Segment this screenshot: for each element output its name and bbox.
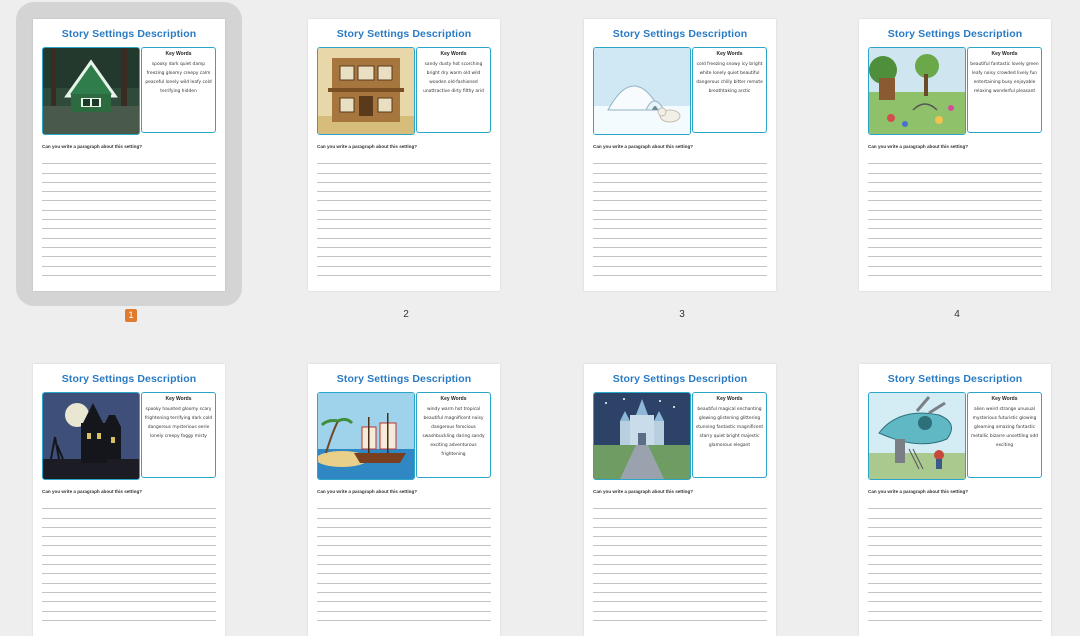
writing-lines [42, 500, 216, 621]
key-words-box: Key Words beautiful fantastic lovely gre… [967, 47, 1042, 133]
page-thumbnail-grid: Story Settings Description Key Words spo… [0, 0, 1080, 636]
saloon-image [317, 47, 415, 135]
worksheet-page: Story Settings Description Key Words bea… [859, 19, 1051, 291]
key-words-box: Key Words sandy dusty hot scorching brig… [416, 47, 491, 133]
worksheet-page: Story Settings Description Key Words ali… [859, 364, 1051, 636]
key-words-box: Key Words beautiful magical enchanting g… [692, 392, 767, 478]
writing-lines [868, 155, 1042, 276]
key-words-list: spooky haunted gloomy scary frightening … [144, 407, 213, 439]
worksheet-page: Story Settings Description Key Words win… [308, 364, 500, 636]
paragraph-prompt: Can you write a paragraph about this set… [593, 144, 694, 149]
key-words-list: beautiful magical enchanting glowing gli… [695, 407, 764, 448]
key-words-title: Key Words [440, 51, 467, 57]
key-words-box: Key Words spooky dark quiet damp freezin… [141, 47, 216, 133]
key-words-list: alien weird strange unusual mysterious f… [970, 407, 1039, 448]
writing-lines [42, 155, 216, 276]
writing-lines [593, 155, 767, 276]
igloo-image [593, 47, 691, 135]
worksheet-title: Story Settings Description [336, 373, 472, 385]
haunted-house-image [42, 392, 140, 480]
key-words-title: Key Words [165, 396, 192, 402]
writing-lines [593, 500, 767, 621]
key-words-title: Key Words [716, 396, 743, 402]
forest-cabin-image [42, 47, 140, 135]
key-words-list: cold freezing snowy icy bright white lon… [696, 62, 763, 94]
page-number-3[interactable]: 3 [584, 309, 780, 320]
castle-image [593, 392, 691, 480]
worksheet-title: Story Settings Description [61, 28, 197, 40]
key-words-title: Key Words [440, 396, 467, 402]
paragraph-prompt: Can you write a paragraph about this set… [42, 489, 143, 494]
key-words-title: Key Words [716, 51, 743, 57]
page-number-2[interactable]: 2 [308, 309, 504, 320]
worksheet-title: Story Settings Description [336, 28, 472, 40]
spaceship-image [868, 392, 966, 480]
worksheet-page: Story Settings Description Key Words spo… [33, 364, 225, 636]
key-words-title: Key Words [165, 51, 192, 57]
key-words-list: spooky dark quiet damp freezing gloomy c… [145, 62, 212, 94]
paragraph-prompt: Can you write a paragraph about this set… [593, 489, 694, 494]
worksheet-page: Story Settings Description Key Words san… [308, 19, 500, 291]
worksheet-page: Story Settings Description Key Words col… [584, 19, 776, 291]
key-words-list: beautiful fantastic lovely green leafy n… [970, 62, 1039, 94]
key-words-list: windy warm hot tropical beautiful magnif… [422, 407, 485, 457]
page-number-4[interactable]: 4 [859, 309, 1055, 320]
key-words-box: Key Words cold freezing snowy icy bright… [692, 47, 767, 133]
worksheet-title: Story Settings Description [887, 28, 1023, 40]
paragraph-prompt: Can you write a paragraph about this set… [868, 489, 969, 494]
pirate-ship-image [317, 392, 415, 480]
key-words-title: Key Words [991, 396, 1018, 402]
writing-lines [317, 155, 491, 276]
key-words-box: Key Words alien weird strange unusual my… [967, 392, 1042, 478]
worksheet-page: Story Settings Description Key Words spo… [33, 19, 225, 291]
paragraph-prompt: Can you write a paragraph about this set… [317, 144, 418, 149]
worksheet-title: Story Settings Description [612, 28, 748, 40]
key-words-box: Key Words spooky haunted gloomy scary fr… [141, 392, 216, 478]
key-words-box: Key Words windy warm hot tropical beauti… [416, 392, 491, 478]
paragraph-prompt: Can you write a paragraph about this set… [317, 489, 418, 494]
worksheet-title: Story Settings Description [612, 373, 748, 385]
park-image [868, 47, 966, 135]
writing-lines [868, 500, 1042, 621]
paragraph-prompt: Can you write a paragraph about this set… [42, 144, 143, 149]
paragraph-prompt: Can you write a paragraph about this set… [868, 144, 969, 149]
worksheet-page: Story Settings Description Key Words bea… [584, 364, 776, 636]
key-words-title: Key Words [991, 51, 1018, 57]
page-number-1[interactable]: 1 [33, 309, 229, 322]
writing-lines [317, 500, 491, 621]
key-words-list: sandy dusty hot scorching bright dry war… [423, 62, 484, 94]
worksheet-title: Story Settings Description [887, 373, 1023, 385]
worksheet-title: Story Settings Description [61, 373, 197, 385]
